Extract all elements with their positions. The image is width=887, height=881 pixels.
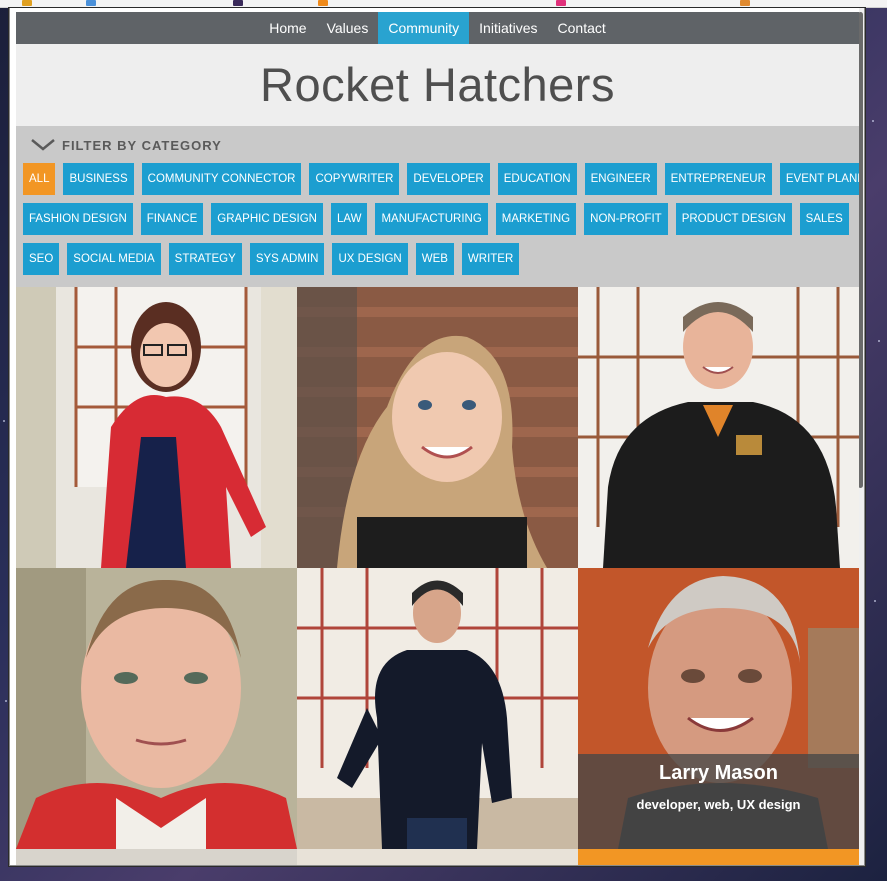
filter-title: FILTER BY CATEGORY	[62, 137, 222, 153]
tag-education[interactable]: EDUCATION	[497, 163, 577, 195]
member-photo-1[interactable]	[16, 287, 297, 568]
tag-fashion-design[interactable]: FASHION DESIGN	[23, 203, 133, 235]
tag-row-1: ALL BUSINESS COMMUNITY CONNECTOR COPYWRI…	[23, 163, 859, 195]
member-photo-6[interactable]: Larry Mason developer, web, UX design	[578, 568, 859, 849]
tag-ux-design[interactable]: UX DESIGN	[332, 243, 408, 275]
member-roles: developer, web, UX design	[636, 797, 801, 812]
browser-window: Home Values Community Initiatives Contac…	[9, 8, 865, 866]
nav-community[interactable]: Community	[378, 12, 470, 44]
tag-seo[interactable]: SEO	[23, 243, 60, 275]
tag-strategy[interactable]: STRATEGY	[168, 243, 242, 275]
tag-all[interactable]: ALL	[23, 163, 56, 195]
tag-web[interactable]: WEB	[415, 243, 454, 275]
tag-sales[interactable]: SALES	[799, 203, 849, 235]
site-title: Rocket Hatchers	[260, 58, 615, 111]
bookmarks-bar	[0, 0, 887, 8]
tag-non-profit[interactable]: NON-PROFIT	[584, 203, 668, 235]
tag-business[interactable]: BUSINESS	[63, 163, 134, 195]
tag-developer[interactable]: DEVELOPER	[407, 163, 490, 195]
tag-product-design[interactable]: PRODUCT DESIGN	[675, 203, 792, 235]
tag-community-connector[interactable]: COMMUNITY CONNECTOR	[141, 163, 302, 195]
tag-row-3: SEO SOCIAL MEDIA STRATEGY SYS ADMIN UX D…	[23, 243, 527, 275]
member-photo-5[interactable]	[297, 568, 578, 849]
filter-toggle[interactable]: FILTER BY CATEGORY	[30, 136, 222, 154]
member-grid: Larry Mason developer, web, UX design	[16, 287, 859, 865]
tag-law[interactable]: LAW	[330, 203, 368, 235]
nav-values[interactable]: Values	[317, 12, 379, 44]
site-header: Rocket Hatchers	[16, 44, 859, 126]
tag-copywriter[interactable]: COPYWRITER	[309, 163, 400, 195]
nav-home[interactable]: Home	[259, 12, 316, 44]
member-info-overlay: Larry Mason developer, web, UX design	[578, 754, 859, 849]
member-photo-3[interactable]	[578, 287, 859, 568]
page-content: Home Values Community Initiatives Contac…	[16, 8, 859, 865]
tag-row-2: FASHION DESIGN FINANCE GRAPHIC DESIGN LA…	[23, 203, 857, 235]
tag-writer[interactable]: WRITER	[461, 243, 520, 275]
tag-social-media[interactable]: SOCIAL MEDIA	[67, 243, 161, 275]
main-nav: Home Values Community Initiatives Contac…	[16, 12, 859, 44]
member-name: Larry Mason	[659, 762, 778, 784]
tag-sys-admin[interactable]: SYS ADMIN	[249, 243, 325, 275]
category-filter: FILTER BY CATEGORY ALL BUSINESS COMMUNIT…	[16, 126, 859, 287]
tag-entrepreneur[interactable]: ENTREPRENEUR	[664, 163, 772, 195]
tag-graphic-design[interactable]: GRAPHIC DESIGN	[211, 203, 323, 235]
tag-event-planner[interactable]: EVENT PLANNER	[779, 163, 859, 195]
member-photo-4[interactable]	[16, 568, 297, 849]
tag-manufacturing[interactable]: MANUFACTURING	[375, 203, 488, 235]
member-photo-2[interactable]	[297, 287, 578, 568]
tag-engineer[interactable]: ENGINEER	[584, 163, 657, 195]
tag-marketing[interactable]: MARKETING	[495, 203, 577, 235]
next-row-peek	[16, 849, 859, 865]
nav-initiatives[interactable]: Initiatives	[469, 12, 547, 44]
nav-contact[interactable]: Contact	[548, 12, 616, 44]
tag-finance[interactable]: FINANCE	[140, 203, 204, 235]
chevron-down-icon	[31, 139, 55, 151]
